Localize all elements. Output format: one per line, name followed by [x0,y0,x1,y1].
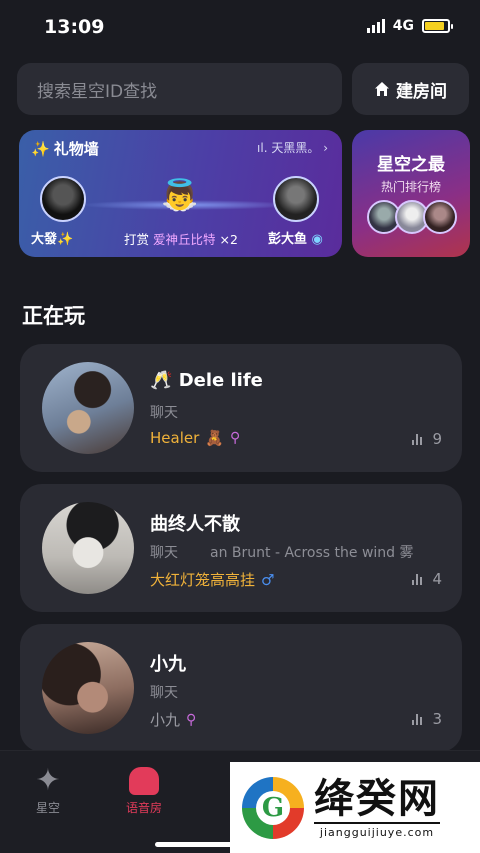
cupid-gift-icon: 👼 [161,178,199,213]
room-online-count: 9 [412,430,442,448]
male-icon: ♂ [261,570,275,589]
tab-star[interactable]: ✦ 星空 [8,763,88,816]
room-name: 🥂 Dele life [150,370,263,391]
gift-wall-top-user: 天黑黑。 [271,141,320,155]
room-host-name: 大红灯笼高高挂 [150,571,256,589]
signal-bars-icon [412,433,423,445]
watermark-title: 绛癸网 [314,776,440,822]
gift-name: 爱神丘比特 [153,232,216,247]
sparkle-icon: ✦ [35,763,61,798]
tab-voice-room[interactable]: 语音房 [104,763,184,816]
room-online-count: 4 [412,570,442,588]
gift-receiver-label: 彭大鱼 [268,232,308,247]
gift-receiver-name: 彭大鱼 ◉ [268,228,323,247]
search-input[interactable]: 搜索星空ID查找 [17,63,342,115]
signal-bars-icon [412,573,423,585]
room-song-marquee: an Brunt - Across the wind 雾 [210,545,414,561]
gift-wall-card[interactable]: ✨ 礼物墙 ıl. 天黑黑。 › 👼 大發✨ 打赏 爱神丘比特 ×2 彭大鱼 ◉ [19,130,342,257]
room-name-label: Dele life [178,370,263,391]
signal-bars-icon [412,713,423,725]
tab-label: 星空 [35,801,60,815]
champagne-icon: 🥂 [150,370,173,391]
receiver-avatar[interactable] [273,176,319,222]
avatar [423,200,457,234]
ranking-title: 星空之最 [377,155,445,175]
chevron-right-icon: › [323,141,328,155]
room-type: 聊天 [150,545,178,561]
watermark: G 绛癸网 jiangguijiuye.com [230,762,480,853]
eye-icon: ◉ [311,232,323,247]
room-count-value: 3 [432,710,442,728]
room-type: 聊天 [150,685,178,701]
room-online-count: 3 [412,710,442,728]
room-name: 小九 [150,654,186,675]
status-bar: 13:09 4G [0,0,480,56]
network-type: 4G [392,18,414,34]
gift-count: ×2 [219,232,238,247]
room-card[interactable]: 曲终人不散 聊天 an Brunt - Across the wind 雾 大红… [20,484,462,612]
search-placeholder: 搜索星空ID查找 [37,81,158,102]
room-card[interactable]: 🥂 Dele life 聊天 Healer 🧸 ⚲ 9 [20,344,462,472]
female-icon: ⚲ [186,711,197,728]
signal-icon [366,19,385,33]
gift-action-verb: 打赏 [124,232,150,247]
room-name: 曲终人不散 [150,514,240,535]
signal-bars-icon: ıl. [257,141,268,155]
watermark-text: 绛癸网 jiangguijiuye.com [314,776,440,839]
bear-icon: 🧸 [205,429,224,447]
voice-room-icon [129,767,159,795]
tab-label: 语音房 [125,801,162,815]
room-host-name: 小九 [150,711,181,729]
gift-wall-top-right[interactable]: ıl. 天黑黑。 › [257,139,328,156]
ranking-subtitle: 热门排行榜 [380,180,441,194]
gift-sender-name: 大發✨ [31,232,74,247]
create-room-label: 建房间 [396,81,447,102]
room-host: 小九 ⚲ [150,709,196,730]
watermark-url: jiangguijiuye.com [314,822,440,839]
home-indicator [155,842,325,847]
sparkle-icon: ✨ [31,139,50,158]
gift-wall-title: 礼物墙 [53,140,99,158]
sender-avatar[interactable] [40,176,86,222]
home-icon [375,82,389,96]
room-avatar [42,502,134,594]
room-host-name: Healer [150,429,200,447]
status-indicators: 4G [366,18,453,34]
room-host: Healer 🧸 ⚲ [150,429,240,447]
create-room-button[interactable]: 建房间 [352,63,469,115]
room-card[interactable]: 小九 聊天 小九 ⚲ 3 [20,624,462,752]
gift-action-text: 打赏 爱神丘比特 ×2 [124,229,238,248]
status-time: 13:09 [44,16,105,38]
battery-icon [422,19,453,33]
room-count-value: 4 [432,570,442,588]
female-icon: ⚲ [229,430,241,446]
watermark-logo-icon: G [242,776,304,839]
ranking-card[interactable]: 星空之最 热门排行榜 [352,130,470,257]
room-count-value: 9 [432,430,442,448]
room-avatar [42,642,134,734]
gift-wall-header: ✨ 礼物墙 [31,138,99,159]
section-title: 正在玩 [22,304,85,328]
room-avatar [42,362,134,454]
ranking-avatars [367,200,457,234]
room-host: 大红灯笼高高挂 ♂ [150,569,274,590]
room-type: 聊天 [150,405,178,421]
